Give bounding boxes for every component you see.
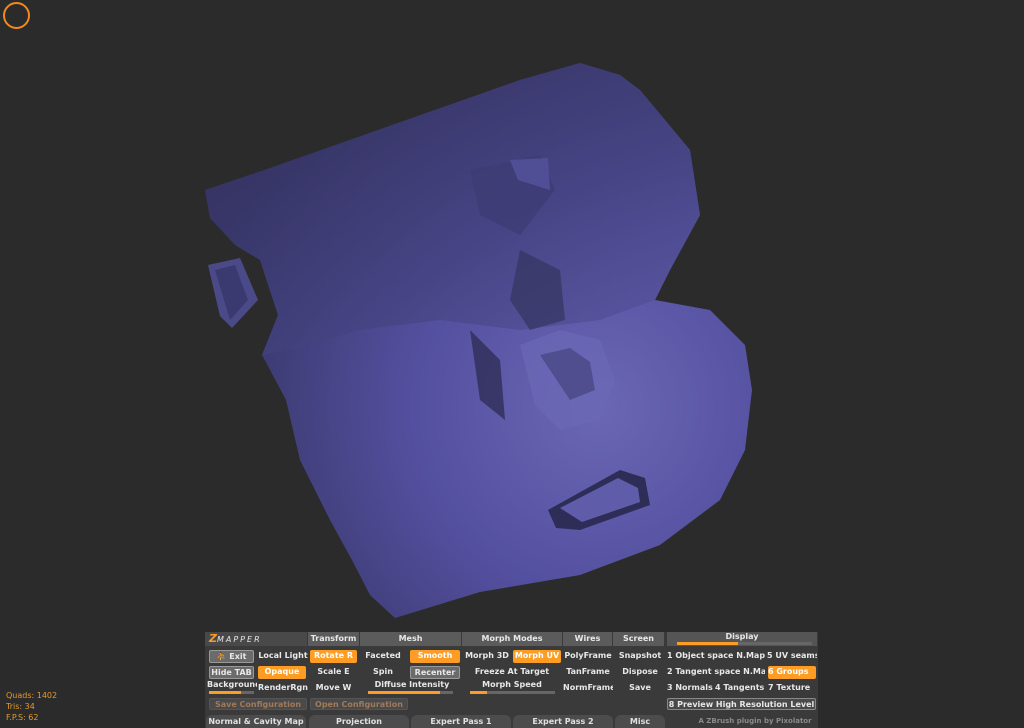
groups-button[interactable]: 6 Groups: [768, 666, 816, 679]
background-slider[interactable]: [209, 691, 254, 694]
scale-button[interactable]: Scale E: [310, 666, 357, 679]
smooth-button[interactable]: Smooth: [410, 650, 460, 663]
object-space-nmap-button[interactable]: 1 Object space N.Map: [667, 650, 765, 663]
logo-mapper: MAPPER: [216, 635, 262, 644]
morph-modes-header: Morph Modes: [462, 632, 563, 646]
exit-icon: ⛹: [216, 652, 227, 661]
spin-button[interactable]: Spin: [363, 666, 403, 679]
zmapper-panel: ZMAPPER Transform Mesh Morph Modes Wires…: [205, 632, 818, 728]
display-header-label: Display: [725, 632, 759, 641]
diffuse-intensity-slider[interactable]: [368, 691, 453, 694]
save-button[interactable]: Save: [615, 682, 665, 695]
snapshot-button[interactable]: Snapshot: [615, 650, 665, 663]
wires-header: Wires: [563, 632, 613, 646]
move-button[interactable]: Move W: [310, 682, 357, 695]
tab-projection[interactable]: Projection: [309, 715, 409, 728]
local-light-button[interactable]: Local Light: [258, 650, 308, 663]
normals-button[interactable]: 3 Normals: [667, 682, 713, 695]
mesh-header: Mesh: [360, 632, 462, 646]
tangents-button[interactable]: 4 Tangents: [715, 682, 767, 695]
transform-header: Transform: [308, 632, 360, 646]
freeze-at-target-button[interactable]: Freeze At Target: [463, 666, 561, 679]
exit-label: Exit: [229, 652, 247, 661]
hide-tab-button[interactable]: Hide TAB: [209, 666, 254, 679]
tab-normal-cavity-map[interactable]: Normal & Cavity Map: [206, 715, 306, 728]
save-configuration-button[interactable]: Save Configuration: [209, 698, 307, 710]
polyframe-button[interactable]: PolyFrame: [563, 650, 613, 663]
morph-3d-button[interactable]: Morph 3D: [463, 650, 511, 663]
render-rgn-button[interactable]: RenderRgn: [258, 682, 308, 695]
tab-misc[interactable]: Misc: [615, 715, 665, 728]
tanframe-button[interactable]: TanFrame: [563, 666, 613, 679]
dispose-button[interactable]: Dispose: [615, 666, 665, 679]
recenter-button[interactable]: Recenter: [410, 666, 460, 679]
normframe-button[interactable]: NormFrame: [563, 682, 613, 695]
texture-button[interactable]: 7 Texture: [768, 682, 816, 695]
screen-header: Screen: [613, 632, 665, 646]
fps-count: F.P.S: 62: [6, 713, 39, 722]
faceted-button[interactable]: Faceted: [363, 650, 403, 663]
open-configuration-button[interactable]: Open Configuration: [310, 698, 408, 710]
exit-button[interactable]: ⛹ Exit: [209, 650, 254, 663]
display-slider[interactable]: [677, 642, 812, 645]
uv-mesh[interactable]: [205, 63, 752, 618]
tab-expert-pass-2[interactable]: Expert Pass 2: [513, 715, 613, 728]
rotate-button[interactable]: Rotate R: [310, 650, 357, 663]
morph-uv-button[interactable]: Morph UV: [513, 650, 561, 663]
brush-cursor-icon: [3, 2, 30, 29]
uv-seams-button[interactable]: 5 UV seams: [767, 650, 817, 663]
mesh-stats: Quads: 1402 Tris: 34 F.P.S: 62: [6, 690, 57, 723]
preview-high-resolution-button[interactable]: 8 Preview High Resolution Level: [667, 698, 816, 710]
3d-viewport[interactable]: [0, 0, 1024, 728]
tangent-space-nmap-button[interactable]: 2 Tangent space N.Map: [667, 666, 765, 679]
zmapper-logo: ZMAPPER: [205, 632, 307, 646]
tris-count: Tris: 34: [6, 702, 35, 711]
opaque-button[interactable]: Opaque: [258, 666, 306, 679]
logo-z: Z: [209, 632, 217, 645]
morph-speed-slider[interactable]: [470, 691, 555, 694]
quads-count: Quads: 1402: [6, 691, 58, 700]
tab-expert-pass-1[interactable]: Expert Pass 1: [411, 715, 511, 728]
plugin-credit: A ZBrush plugin by Pixolator: [698, 717, 812, 725]
